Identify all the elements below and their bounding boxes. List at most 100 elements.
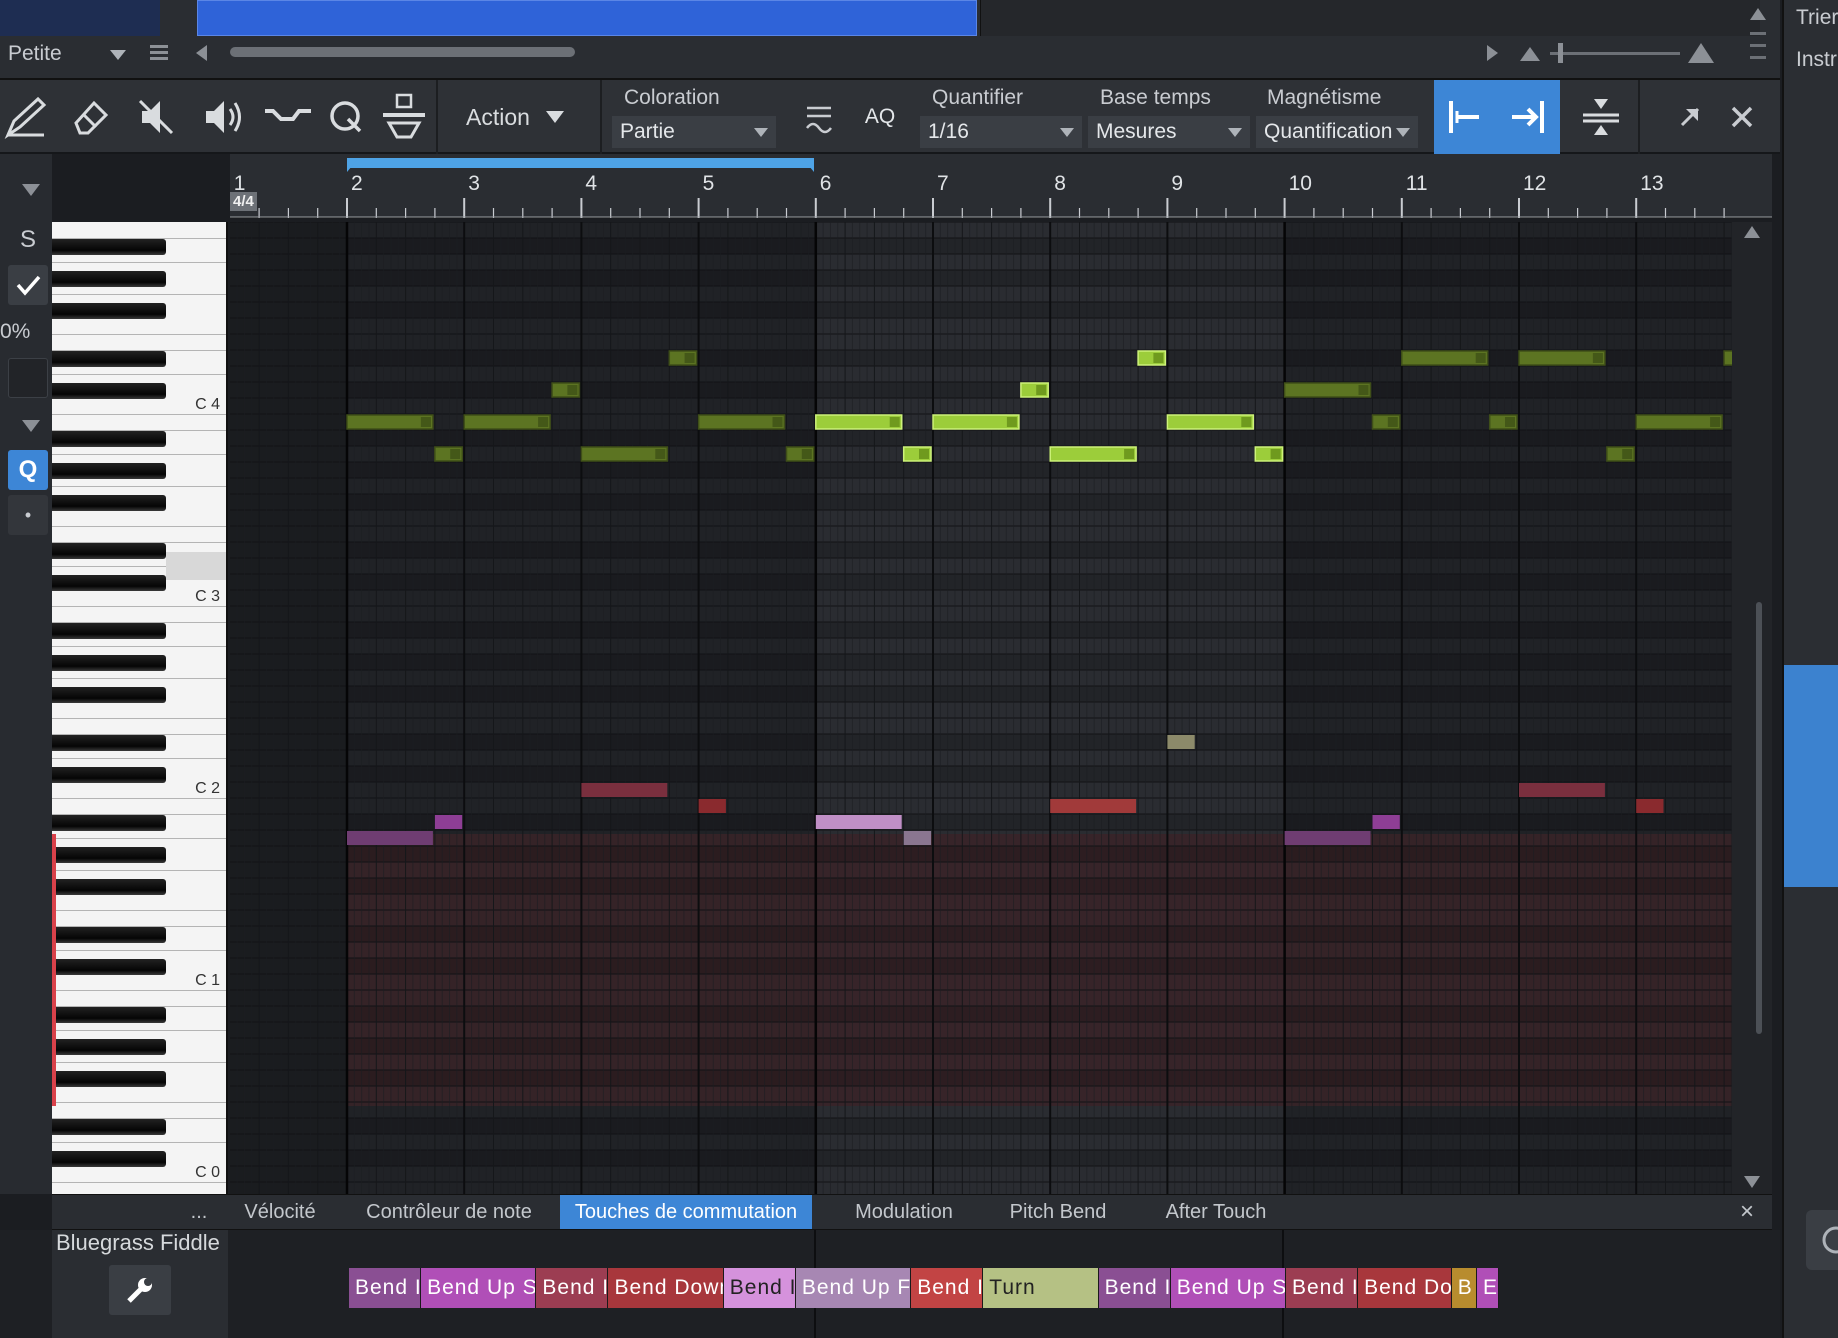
- black-key[interactable]: [52, 303, 166, 319]
- keyswitch-note[interactable]: [1284, 831, 1371, 845]
- sort-label[interactable]: Trier: [1796, 6, 1838, 30]
- instrument-part-clip[interactable]: [197, 0, 977, 36]
- transform-tool[interactable]: [374, 80, 434, 154]
- scroll-left-icon[interactable]: [196, 45, 208, 61]
- midi-note[interactable]: [580, 446, 669, 462]
- black-key[interactable]: [52, 1071, 166, 1087]
- bar-number[interactable]: 10: [1289, 172, 1312, 196]
- bar-number[interactable]: 7: [937, 172, 949, 196]
- black-key[interactable]: [52, 1151, 166, 1167]
- keyswitch-event[interactable]: Bend I: [1098, 1268, 1171, 1308]
- scroll-right-icon[interactable]: [1487, 45, 1499, 61]
- bend-tool[interactable]: [258, 80, 318, 154]
- midi-note[interactable]: [1166, 414, 1255, 430]
- listen-tool[interactable]: [194, 80, 254, 154]
- loop-start-handle[interactable]: [347, 160, 357, 172]
- zoom-out-icon[interactable]: [1520, 45, 1540, 61]
- bar-number[interactable]: 12: [1523, 172, 1546, 196]
- mute-tool[interactable]: [128, 80, 184, 154]
- tab-after-touch[interactable]: After Touch: [1148, 1195, 1284, 1229]
- black-key[interactable]: [52, 927, 166, 943]
- black-key[interactable]: [52, 623, 166, 639]
- coloration-select[interactable]: Partie: [612, 116, 776, 148]
- list-icon[interactable]: [150, 44, 168, 60]
- black-key[interactable]: [52, 543, 166, 559]
- midi-note[interactable]: [1723, 350, 1732, 366]
- timebase-select[interactable]: Mesures: [1088, 116, 1250, 148]
- bar-number[interactable]: 13: [1640, 172, 1663, 196]
- empty-toggle[interactable]: [8, 358, 48, 398]
- black-key[interactable]: [52, 575, 166, 591]
- black-key[interactable]: [52, 463, 166, 479]
- tab-velocity[interactable]: Vélocité: [230, 1195, 330, 1229]
- tab-modulation[interactable]: Modulation: [834, 1195, 974, 1229]
- keyswitch-note[interactable]: [581, 783, 668, 797]
- keyswitch-note[interactable]: [815, 815, 902, 829]
- midi-note[interactable]: [1049, 446, 1137, 462]
- solo-button[interactable]: S: [8, 220, 48, 260]
- close-lane-button[interactable]: ×: [1732, 1195, 1762, 1229]
- keyswitch-note[interactable]: [1372, 815, 1400, 829]
- black-key[interactable]: [52, 351, 166, 367]
- input-quantize-button[interactable]: Q: [8, 450, 48, 490]
- keyswitch-event[interactable]: Bend I: [536, 1268, 609, 1308]
- keyswitch-event[interactable]: Bend Down: [608, 1268, 724, 1308]
- zoom-slider-handle[interactable]: [1558, 43, 1563, 63]
- grip-icon[interactable]: [1750, 32, 1766, 62]
- tab-pitch-bend[interactable]: Pitch Bend: [990, 1195, 1126, 1229]
- loop-end-handle[interactable]: [804, 160, 814, 172]
- black-key[interactable]: [52, 767, 166, 783]
- keyswitch-event[interactable]: Bend Up Sl: [421, 1268, 537, 1308]
- black-key[interactable]: [52, 735, 166, 751]
- zoom-size-label[interactable]: Petite: [8, 42, 62, 66]
- note-grid[interactable]: [230, 222, 1732, 1194]
- note-grid-canvas[interactable]: [230, 222, 1732, 1194]
- midi-note[interactable]: [463, 414, 551, 430]
- instrument-label[interactable]: Instr: [1796, 48, 1837, 72]
- zoom-slider[interactable]: [1550, 52, 1680, 55]
- black-key[interactable]: [52, 431, 166, 447]
- snap-to-start-button[interactable]: [1434, 80, 1496, 154]
- black-key[interactable]: [52, 495, 166, 511]
- instrument-settings-button[interactable]: [109, 1265, 171, 1315]
- keyswitch-event[interactable]: Bend I: [1286, 1268, 1359, 1308]
- keyswitch-event[interactable]: Bend I: [723, 1268, 796, 1308]
- midi-note[interactable]: [1401, 350, 1489, 366]
- midi-note[interactable]: [346, 414, 434, 430]
- expand-collapse-button[interactable]: [1568, 80, 1634, 154]
- bar-number[interactable]: 1: [234, 172, 246, 196]
- close-editor-button[interactable]: [1724, 80, 1760, 154]
- keyswitch-event[interactable]: E: [1477, 1268, 1499, 1308]
- action-menu-button[interactable]: Action: [440, 80, 590, 154]
- quantize-select[interactable]: 1/16: [920, 116, 1082, 148]
- keyswitch-note[interactable]: [1519, 783, 1605, 797]
- black-key[interactable]: [52, 847, 166, 863]
- black-key[interactable]: [52, 239, 166, 255]
- keyswitch-event[interactable]: B: [1451, 1268, 1477, 1308]
- black-key[interactable]: [52, 815, 166, 831]
- collapse-arrow-icon[interactable]: [22, 184, 40, 196]
- bar-ruler[interactable]: 4/4 1 2 3 4 5 6 7 8 9 10 11 12 13: [230, 154, 1772, 218]
- dot-button[interactable]: •: [8, 495, 48, 535]
- black-key[interactable]: [52, 959, 166, 975]
- pencil-tool[interactable]: [0, 80, 52, 154]
- black-key[interactable]: [52, 1007, 166, 1023]
- black-key[interactable]: [52, 879, 166, 895]
- keyswitch-note[interactable]: [1167, 735, 1195, 749]
- black-key[interactable]: [52, 655, 166, 671]
- keyswitch-note[interactable]: [434, 815, 463, 829]
- piano-keyboard[interactable]: C 4 C 3 C 2 C 1 C 0: [52, 222, 228, 1194]
- keyswitch-event[interactable]: Bend Do: [1358, 1268, 1452, 1308]
- selected-browser-item[interactable]: [1784, 665, 1838, 887]
- tab-note-controller[interactable]: Contrôleur de note: [344, 1195, 554, 1229]
- zoom-dropdown-icon[interactable]: [110, 50, 126, 62]
- tab-keyswitches[interactable]: Touches de commutation: [560, 1195, 812, 1229]
- bar-number[interactable]: 5: [703, 172, 715, 196]
- detach-button[interactable]: [1672, 80, 1708, 154]
- keyswitch-event[interactable]: Turn: [983, 1268, 1099, 1308]
- scroll-down-icon[interactable]: [1744, 1176, 1760, 1188]
- quantize-tool[interactable]: [322, 80, 370, 154]
- keyswitch-note[interactable]: [347, 831, 433, 845]
- bar-number[interactable]: 3: [468, 172, 480, 196]
- midi-note[interactable]: [1283, 382, 1372, 398]
